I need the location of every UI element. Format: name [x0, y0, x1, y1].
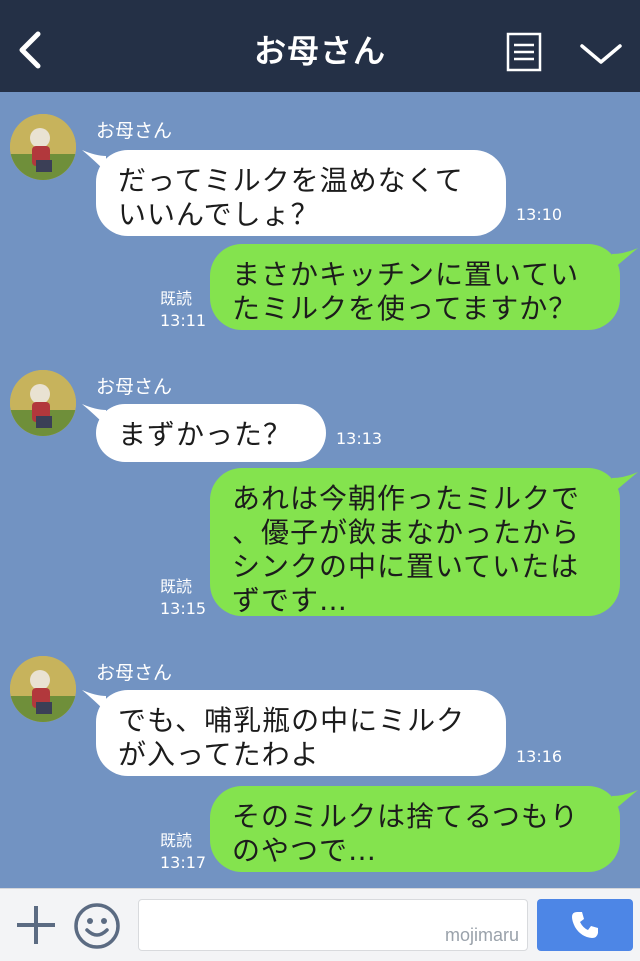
- message-time: 13:10: [516, 205, 563, 224]
- bubble-tail: [612, 472, 638, 494]
- chat-header: お母さん: [0, 0, 640, 92]
- read-receipt: 既読 13:11: [160, 288, 206, 332]
- add-button[interactable]: [14, 903, 58, 947]
- menu-button[interactable]: [504, 30, 544, 74]
- input-bar: mojimaru: [0, 888, 640, 961]
- avatar[interactable]: [10, 370, 76, 436]
- sender-name: お母さん: [96, 662, 173, 684]
- read-receipt: 既読 13:15: [160, 576, 206, 620]
- message-time: 13:16: [516, 747, 563, 766]
- avatar-photo-icon: [10, 656, 76, 722]
- avatar-photo-icon: [10, 370, 76, 436]
- message-input[interactable]: mojimaru: [138, 899, 528, 951]
- message-bubble-outgoing[interactable]: そのミルクは捨てるつもり のやつで…: [210, 786, 620, 872]
- watermark: mojimaru: [444, 925, 519, 945]
- message-list[interactable]: お母さん だってミルクを温めなくて いいんでしょ？ 13:10 既読 13:11…: [0, 92, 640, 888]
- read-label: 既読: [160, 289, 193, 308]
- bubble-tail: [612, 248, 638, 270]
- chevron-left-icon: [19, 31, 41, 69]
- message-time: 13:13: [336, 429, 383, 448]
- message-bubble-outgoing[interactable]: あれは今朝作ったミルクで 、優子が飲まなかったから シンクの中に置いていたは ず…: [210, 468, 620, 617]
- avatar[interactable]: [10, 114, 76, 180]
- message-bubble-incoming[interactable]: だってミルクを温めなくて いいんでしょ？: [96, 150, 506, 236]
- list-menu-icon: [506, 32, 542, 72]
- chat-title: お母さん: [253, 32, 386, 70]
- plus-icon: [17, 906, 55, 944]
- sender-name: お母さん: [96, 120, 173, 142]
- message-bubble-incoming[interactable]: まずかった？: [96, 404, 326, 462]
- message-time: 13:11: [160, 311, 207, 330]
- avatar[interactable]: [10, 656, 76, 722]
- read-receipt: 既読 13:17: [160, 830, 206, 874]
- bubble-tail: [612, 790, 638, 812]
- phone-icon: [572, 912, 598, 938]
- sender-name: お母さん: [96, 376, 173, 398]
- chevron-down-button[interactable]: [576, 36, 626, 70]
- message-bubble-incoming[interactable]: でも、哺乳瓶の中にミルク が入ってたわよ: [96, 690, 506, 776]
- chevron-down-icon: [580, 44, 622, 64]
- emoji-button[interactable]: [72, 901, 122, 951]
- read-label: 既読: [160, 577, 193, 596]
- message-bubble-outgoing[interactable]: まさかキッチンに置いてい たミルクを使ってますか？: [210, 244, 620, 330]
- avatar-photo-icon: [10, 114, 76, 180]
- smiley-icon: [74, 903, 120, 949]
- read-label: 既読: [160, 831, 193, 850]
- call-button[interactable]: [537, 899, 633, 951]
- message-time: 13:15: [160, 599, 207, 618]
- message-time: 13:17: [160, 853, 207, 872]
- back-button[interactable]: [10, 24, 54, 76]
